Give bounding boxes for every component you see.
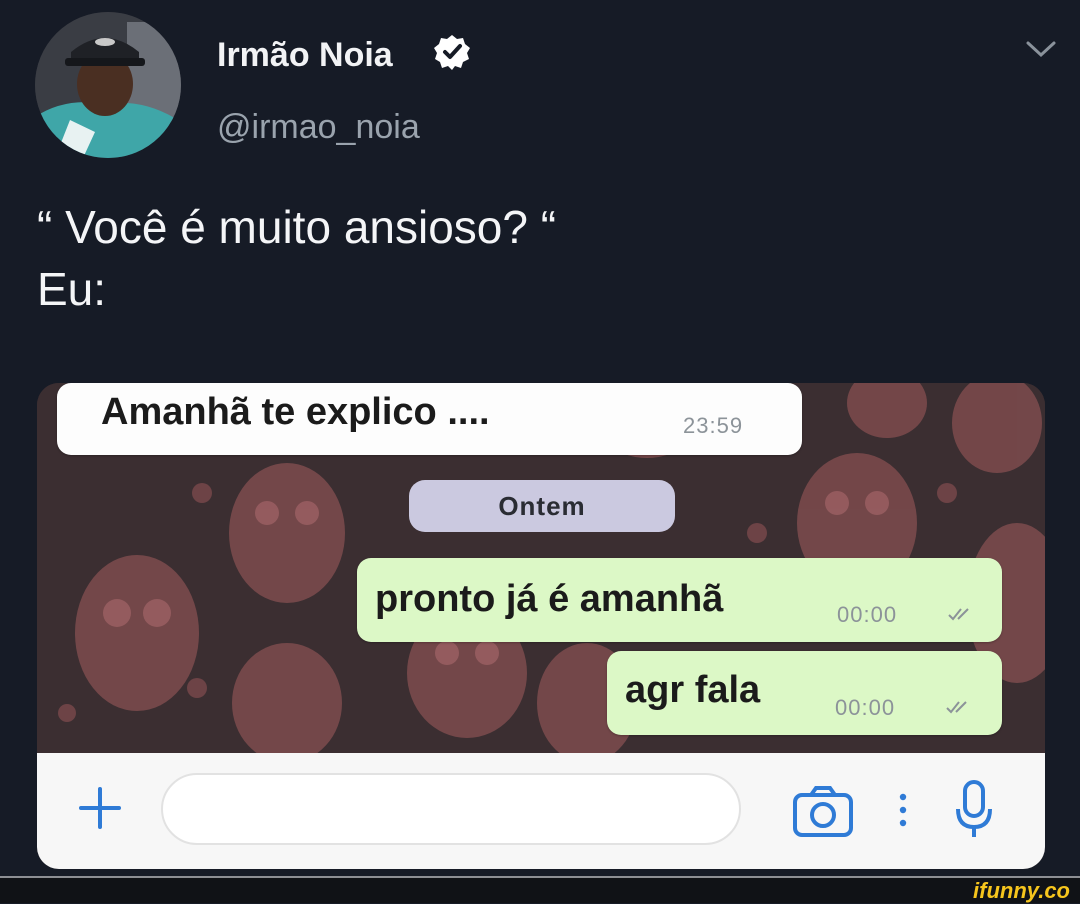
more-dots-icon[interactable] xyxy=(899,791,907,829)
plus-icon[interactable] xyxy=(75,783,125,833)
tweet-text-line1: “ Você é muito ansioso? “ xyxy=(37,201,557,253)
tweet-text-line2: Eu: xyxy=(37,263,107,315)
double-check-icon xyxy=(948,608,969,621)
message-bubble-outgoing[interactable]: pronto já é amanhã 00:00 xyxy=(357,558,1002,642)
author-name[interactable]: Irmão Noia xyxy=(217,36,393,75)
tweet-text: “ Você é muito ansioso? “ Eu: xyxy=(37,196,556,320)
message-text: agr fala xyxy=(625,669,761,711)
watermark: ifunny.co xyxy=(973,878,1070,903)
footer-strip xyxy=(0,878,1080,903)
double-check-icon xyxy=(946,701,967,714)
message-time: 00:00 xyxy=(837,602,898,627)
message-bubble-outgoing[interactable]: agr fala 00:00 xyxy=(607,651,1002,735)
verified-badge-icon xyxy=(434,35,470,70)
avatar[interactable] xyxy=(35,12,181,158)
message-bubble-incoming[interactable]: Amanhã te explico .... 23:59 xyxy=(57,383,802,455)
message-input[interactable] xyxy=(161,773,741,845)
message-input-bar xyxy=(37,753,1045,869)
message-text: pronto já é amanhã xyxy=(375,578,724,620)
date-separator: Ontem xyxy=(409,480,675,532)
tweet-header: Irmão Noia @irmao_noia xyxy=(0,0,1080,180)
chevron-down-icon[interactable] xyxy=(1024,38,1058,60)
message-time: 23:59 xyxy=(683,413,744,438)
author-handle[interactable]: @irmao_noia xyxy=(217,108,420,147)
message-time: 00:00 xyxy=(835,695,896,720)
message-text: Amanhã te explico .... xyxy=(101,391,490,433)
camera-icon[interactable] xyxy=(791,783,855,839)
chat-screenshot: Amanhã te explico .... 23:59 Ontem pront… xyxy=(37,383,1045,869)
microphone-icon[interactable] xyxy=(955,779,993,841)
